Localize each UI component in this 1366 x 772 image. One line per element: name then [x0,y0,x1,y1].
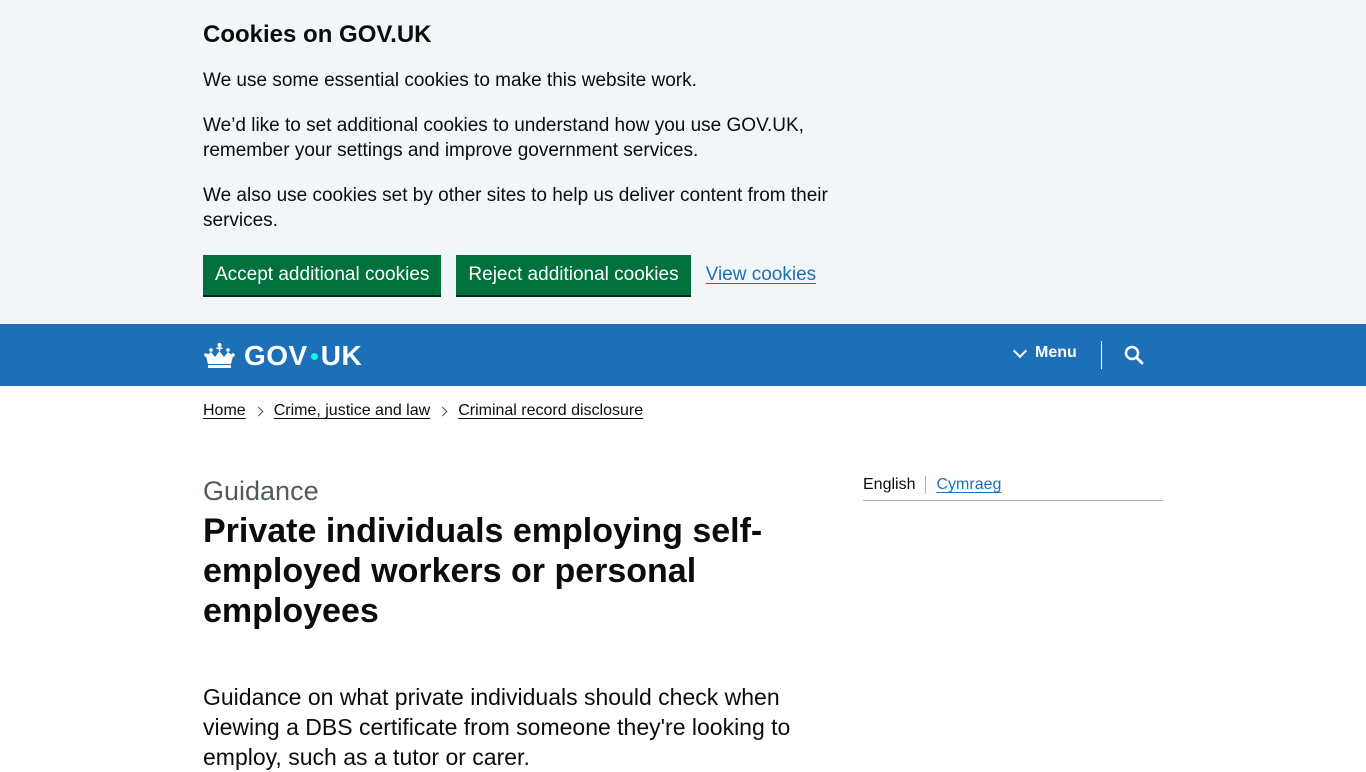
logo-wordmark: GOV UK [244,340,362,372]
chevron-right-icon [253,406,264,416]
cookie-banner-title: Cookies on GOV.UK [203,21,432,48]
accept-cookies-button[interactable]: Accept additional cookies [203,255,442,295]
page-title: Private individuals employing self-emplo… [203,512,763,630]
header-divider [1101,341,1102,369]
cookie-actions: Accept additional cookies Reject additio… [203,255,816,295]
breadcrumb-criminal-record-disclosure[interactable]: Criminal record disclosure [458,402,643,420]
view-cookies-link[interactable]: View cookies [706,264,817,286]
search-icon[interactable] [1124,345,1144,365]
language-switcher: English Cymraeg [863,476,1163,501]
logo-gov-text: GOV [244,340,308,371]
page-lede: Guidance on what private individuals sho… [203,684,791,770]
crown-icon [204,343,235,368]
govuk-logo[interactable]: GOV UK [203,340,362,372]
page-caption: Guidance [203,476,319,506]
breadcrumb-crime-justice-law[interactable]: Crime, justice and law [274,402,431,420]
chevron-right-icon [437,406,448,416]
breadcrumb-home[interactable]: Home [203,402,246,420]
breadcrumb: Home Crime, justice and law Criminal rec… [203,402,643,420]
site-header: GOV UK Menu [0,324,1366,386]
logo-uk-text: UK [320,340,363,371]
cookie-paragraph: We use some essential cookies to make th… [203,70,697,91]
cookie-paragraph: We’d like to set additional cookies to u… [203,115,804,161]
cookie-banner: Cookies on GOV.UK We use some essential … [0,0,1366,324]
cookie-banner-content: Cookies on GOV.UK We use some essential … [203,20,843,233]
logo-dot [310,352,318,360]
language-current: English [863,476,916,493]
language-divider [925,476,927,494]
cookie-paragraph: We also use cookies set by other sites t… [203,185,828,231]
chevron-down-icon [1012,343,1028,358]
language-link-cymraeg[interactable]: Cymraeg [936,476,1001,494]
reject-cookies-button[interactable]: Reject additional cookies [456,255,691,295]
menu-label: Menu [1035,344,1077,361]
menu-button[interactable]: Menu [1012,343,1077,362]
